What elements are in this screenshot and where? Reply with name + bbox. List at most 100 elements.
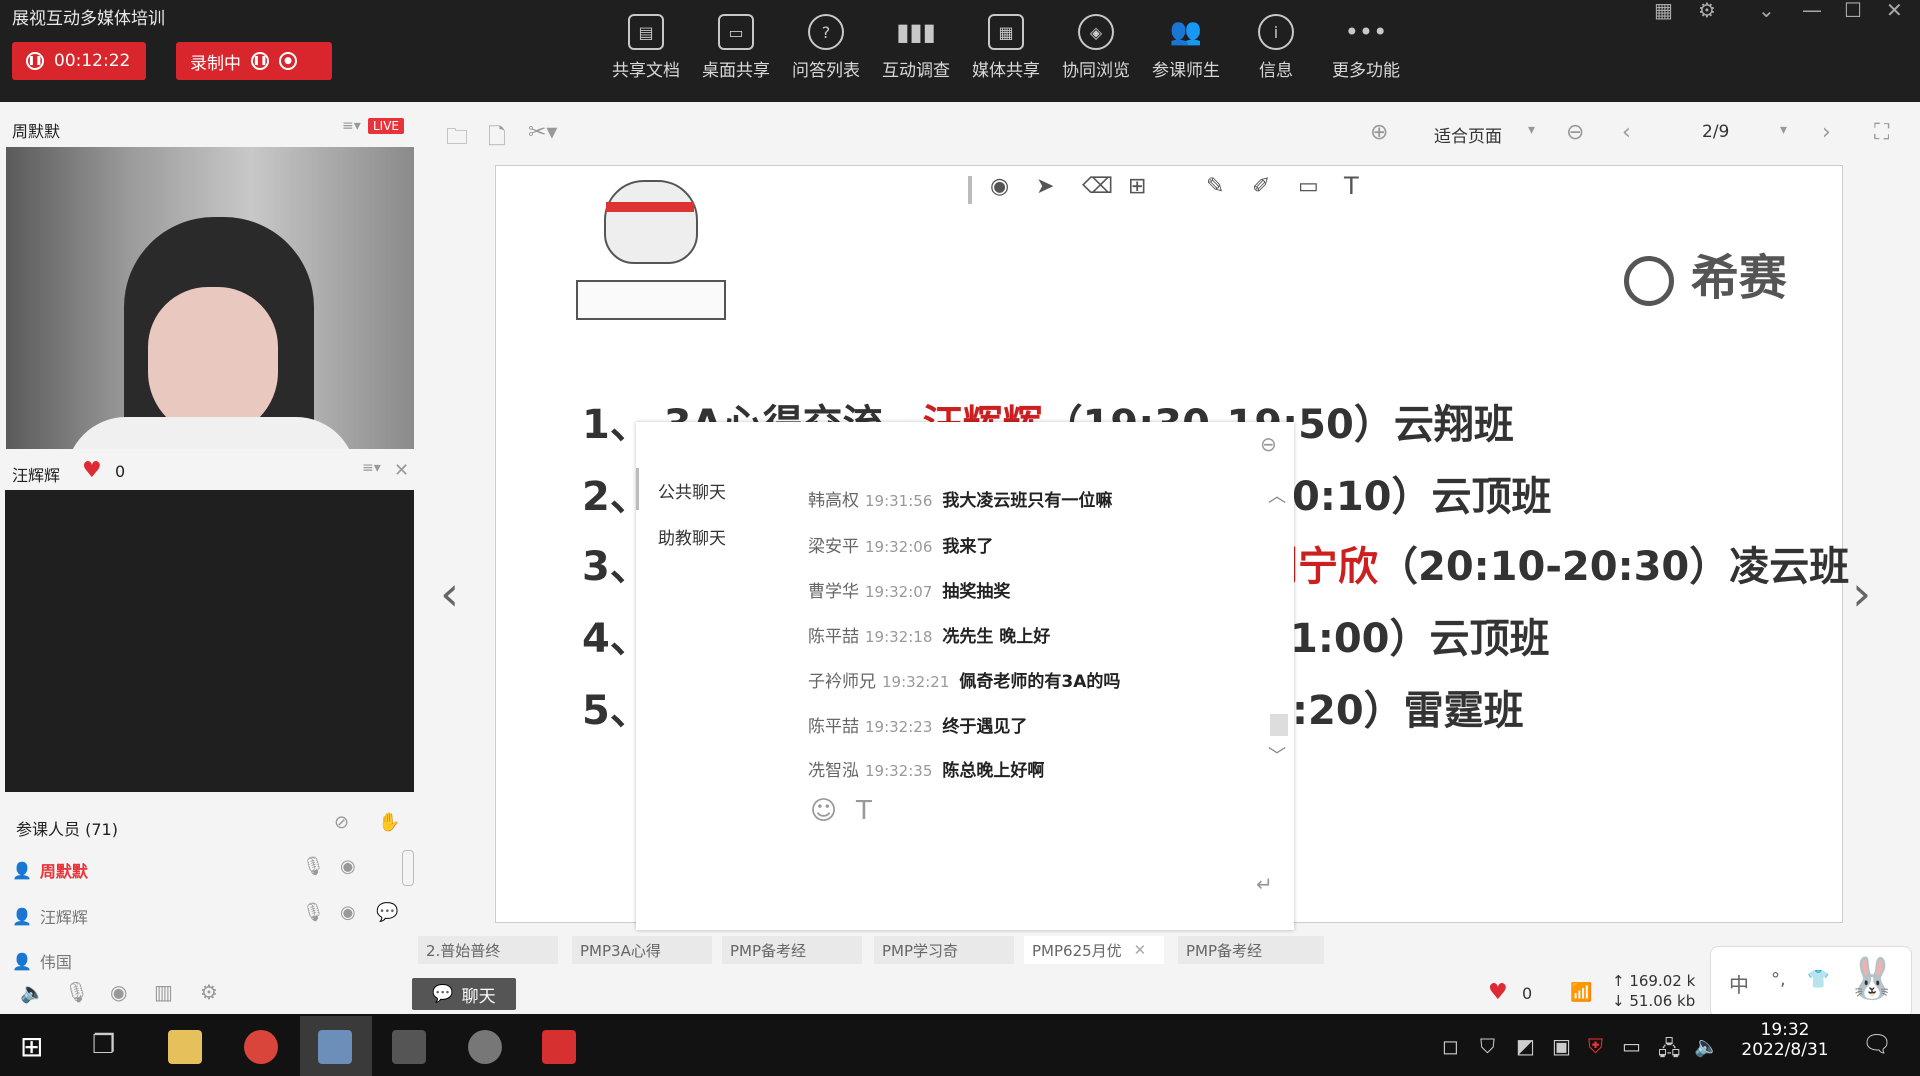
tray-network-icon[interactable]: 🖧 [1658,1034,1680,1068]
recording-status-button[interactable]: 录制中 ❚❚ ● [176,42,332,80]
stop-record-icon[interactable]: ● [279,52,297,70]
webcam-icon[interactable]: ◉ [340,902,356,923]
toolbar-qa-list[interactable]: ? 问答列表 [782,14,870,81]
toolbar-info[interactable]: i 信息 [1232,14,1320,81]
app-taskbar-icon[interactable] [318,1030,352,1064]
slide-next-arrow-icon[interactable]: › [1852,566,1871,622]
laser-pointer-icon[interactable]: ◉ [990,174,1009,199]
tray-chat-icon[interactable]: ◻ [1442,1034,1459,1058]
speaker-icon[interactable]: 🔈 [20,980,45,1004]
chat-button[interactable]: 💬 聊天 [412,978,516,1010]
new-file-icon[interactable]: 🗋 [488,120,506,158]
tray-app-icon[interactable]: ▣ [1552,1034,1571,1058]
toolbar-handle[interactable] [968,176,972,204]
list-menu-icon[interactable]: ≡▾ [342,118,361,134]
toolbar-shared-docs[interactable]: ▤ 共享文档 [602,14,690,81]
taskbar-clock[interactable]: 19:32 2022/8/31 [1730,1020,1840,1060]
file-tab[interactable]: PMP备考经 [1178,936,1324,964]
prev-page-icon[interactable]: ‹ [1622,120,1631,145]
ime-punct-icon[interactable]: °, [1771,969,1786,990]
zoom-select[interactable]: 适合页面 [1434,122,1502,147]
tray-shield-icon[interactable]: ⛉ [1480,1034,1495,1058]
participant-row[interactable]: 👤 周默默 [12,858,88,882]
next-page-icon[interactable]: › [1822,120,1831,145]
camera-off-icon[interactable]: ⊘ [334,812,349,833]
ime-skin-icon[interactable]: 👕 [1807,969,1829,990]
file-tab[interactable]: PMP学习奇 [874,936,1014,964]
eraser-icon[interactable]: ⌫ [1082,174,1113,199]
pen-icon[interactable]: ✎ [1206,174,1224,199]
fullscreen-icon[interactable]: ⛶ [1874,120,1889,145]
page-indicator[interactable]: 2/9 [1702,122,1729,142]
settings-icon[interactable]: ⚙ [200,980,218,1004]
scroll-down-icon[interactable]: ﹀ [1268,742,1286,768]
participant-row[interactable]: 👤 伟国 [12,950,72,973]
webcam-icon[interactable]: ◉ [340,856,356,877]
file-tab[interactable]: PMP3A心得 [572,936,712,964]
app-taskbar-icon[interactable] [542,1030,576,1064]
mic-icon[interactable]: 🎙 [302,856,325,877]
mic-icon[interactable]: 🎙 [64,980,89,1004]
scrollbar[interactable] [402,850,414,886]
windows-start-icon[interactable]: ⊞ [20,1030,43,1063]
open-folder-icon[interactable]: 🗀 [446,120,468,158]
highlighter-icon[interactable]: ✐ [1252,174,1270,199]
toolbar-media-share[interactable]: ▦ 媒体共享 [962,14,1050,81]
file-explorer-icon[interactable] [168,1030,202,1064]
pause-record-icon[interactable]: ❚❚ [251,52,269,70]
webcam-icon[interactable]: ◉ [110,980,127,1004]
hand-icon[interactable]: ✋ [378,812,400,833]
tray-app-icon[interactable]: ◩ [1516,1034,1535,1058]
chevron-down-icon[interactable]: ⌄ [1758,0,1775,22]
file-tab-active[interactable]: PMP625月优 ✕ [1024,936,1164,964]
scissors-icon[interactable]: ✂▾ [528,120,557,145]
zoom-out-icon[interactable]: ⊖ [1566,120,1584,145]
list-menu-icon[interactable]: ≡▾ [362,460,381,476]
app-taskbar-icon[interactable] [392,1030,426,1064]
toolbar-more[interactable]: ••• 更多功能 [1322,14,1410,81]
ime-widget[interactable]: 中 °, 👕 🐰 [1710,946,1912,1018]
scrollbar-thumb[interactable] [1270,714,1288,736]
scroll-up-icon[interactable]: ︿ [1268,482,1286,508]
chrome-icon[interactable] [244,1030,278,1064]
text-tool-icon[interactable]: T [1344,172,1359,200]
rectangle-icon[interactable]: ▭ [1298,174,1319,199]
close-icon[interactable]: ✕ [1886,0,1903,22]
task-view-icon[interactable]: ❐ [92,1030,115,1060]
chat-bubble-icon[interactable]: 💬 [376,902,398,923]
ime-language[interactable]: 中 [1729,969,1749,998]
layout-icon[interactable]: ▦ [1654,0,1673,22]
heart-icon[interactable]: ♥ [1488,980,1508,1005]
file-tab[interactable]: PMP备考经 [722,936,862,964]
app-taskbar-icon[interactable] [468,1030,502,1064]
toolbar-cobrowse[interactable]: ◈ 协同浏览 [1052,14,1140,81]
close-tab-icon[interactable]: ✕ [1134,941,1147,959]
close-video-icon[interactable]: ✕ [394,460,409,481]
toolbar-survey[interactable]: ▮▮▮ 互动调查 [872,14,960,81]
mic-icon[interactable]: 🎙 [302,902,325,923]
minimize-icon[interactable]: — [1802,0,1822,22]
record-timer-button[interactable]: ❚❚ 00:12:22 [12,42,146,80]
tray-battery-icon[interactable]: ▭ [1622,1034,1641,1058]
chevron-down-icon[interactable]: ▾ [1780,122,1787,138]
send-enter-icon[interactable]: ↵ [1256,872,1273,896]
tray-volume-icon[interactable]: 🔈 [1694,1034,1719,1058]
maximize-icon[interactable]: ☐ [1844,0,1862,22]
grid-icon[interactable]: ▥ [154,980,173,1004]
settings-icon[interactable]: ⚙ [1698,0,1716,22]
participant-row[interactable]: 👤 汪辉辉 [12,904,88,928]
slide-prev-arrow-icon[interactable]: ‹ [440,566,459,622]
chat-minimize-icon[interactable]: ⊖ [1260,432,1277,456]
tab-public-chat[interactable]: 公共聊天 [658,478,726,503]
tab-assistant-chat[interactable]: 助教聊天 [658,524,726,549]
clear-icon[interactable]: ⊞ [1128,174,1146,199]
toolbar-participants[interactable]: 👥 参课师生 [1142,14,1230,81]
file-tab[interactable]: 2.普始普终 [418,936,558,964]
zoom-in-icon[interactable]: ⊕ [1370,120,1388,145]
chevron-down-icon[interactable]: ▾ [1528,122,1535,138]
chat-input[interactable] [636,790,1294,930]
notification-icon[interactable]: 🗨 [1862,1030,1892,1058]
tray-security-icon[interactable]: ⛨ [1588,1034,1603,1058]
toolbar-desktop-share[interactable]: ▭ 桌面共享 [692,14,780,81]
arrow-cursor-icon[interactable]: ➤ [1036,174,1054,199]
